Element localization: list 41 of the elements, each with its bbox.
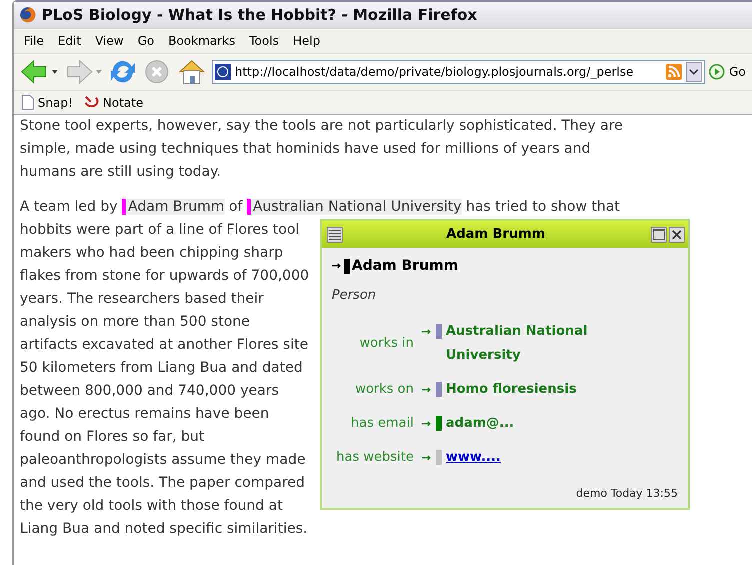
page-icon bbox=[22, 95, 34, 110]
annotation-link[interactable]: Adam Brumm bbox=[122, 199, 225, 215]
home-button[interactable] bbox=[176, 58, 208, 86]
menu-item[interactable]: Help bbox=[287, 32, 326, 50]
menu-icon[interactable] bbox=[327, 226, 343, 242]
menu-item[interactable]: Bookmarks bbox=[162, 32, 242, 50]
entity-type: Person bbox=[332, 287, 378, 305]
property-label: has email bbox=[350, 415, 414, 433]
property-label: has website bbox=[336, 449, 414, 467]
popup-title: Adam Brumm bbox=[446, 226, 546, 244]
bookmark-item[interactable]: Snap! bbox=[22, 95, 74, 110]
menu-item[interactable]: Edit bbox=[52, 32, 88, 50]
annotation-link[interactable]: Australian National University bbox=[247, 199, 462, 215]
article-paragraph: Stone tool experts, however, say the tools are not particularly sophisticated. They are simple, made using techniques that hominids have used for millions of years and humans are still using today. bbox=[20, 117, 624, 182]
menu-item[interactable]: Tools bbox=[244, 32, 286, 50]
property-value[interactable]: Australian National University bbox=[446, 320, 612, 368]
property-label: works in bbox=[358, 335, 414, 353]
site-icon bbox=[215, 64, 231, 80]
address-bar[interactable]: http://localhost/data/demo/private/biology.plosjournals.org/_perlse bbox=[212, 60, 706, 84]
entity-name: Adam Brumm bbox=[352, 257, 458, 276]
dropdown-icon[interactable] bbox=[686, 62, 702, 82]
arrow-icon bbox=[332, 262, 342, 270]
marker-icon bbox=[344, 258, 350, 274]
back-button[interactable] bbox=[20, 58, 60, 86]
property-value[interactable]: adam@... bbox=[446, 412, 514, 436]
popup-footer: demo Today 13:55 bbox=[332, 484, 678, 504]
property-value[interactable]: Homo floresiensis bbox=[446, 378, 577, 402]
go-button[interactable]: Go bbox=[709, 64, 746, 80]
arrow-icon bbox=[422, 386, 432, 394]
website-link[interactable]: www.... bbox=[446, 446, 501, 470]
window-title: PLoS Biology - What Is the Hobbit? - Mozilla Firefox bbox=[42, 6, 478, 24]
arrow-icon bbox=[422, 420, 432, 428]
maximize-icon[interactable] bbox=[651, 226, 667, 242]
arrow-icon bbox=[422, 328, 432, 336]
menu-item[interactable]: Go bbox=[132, 32, 160, 50]
arrow-icon bbox=[422, 454, 432, 462]
menu-item[interactable]: View bbox=[89, 32, 130, 50]
property-label: works on bbox=[354, 381, 414, 399]
bookmark-item[interactable]: Notate bbox=[83, 95, 144, 110]
close-icon[interactable] bbox=[669, 226, 685, 242]
menu-item[interactable]: File bbox=[18, 32, 50, 50]
